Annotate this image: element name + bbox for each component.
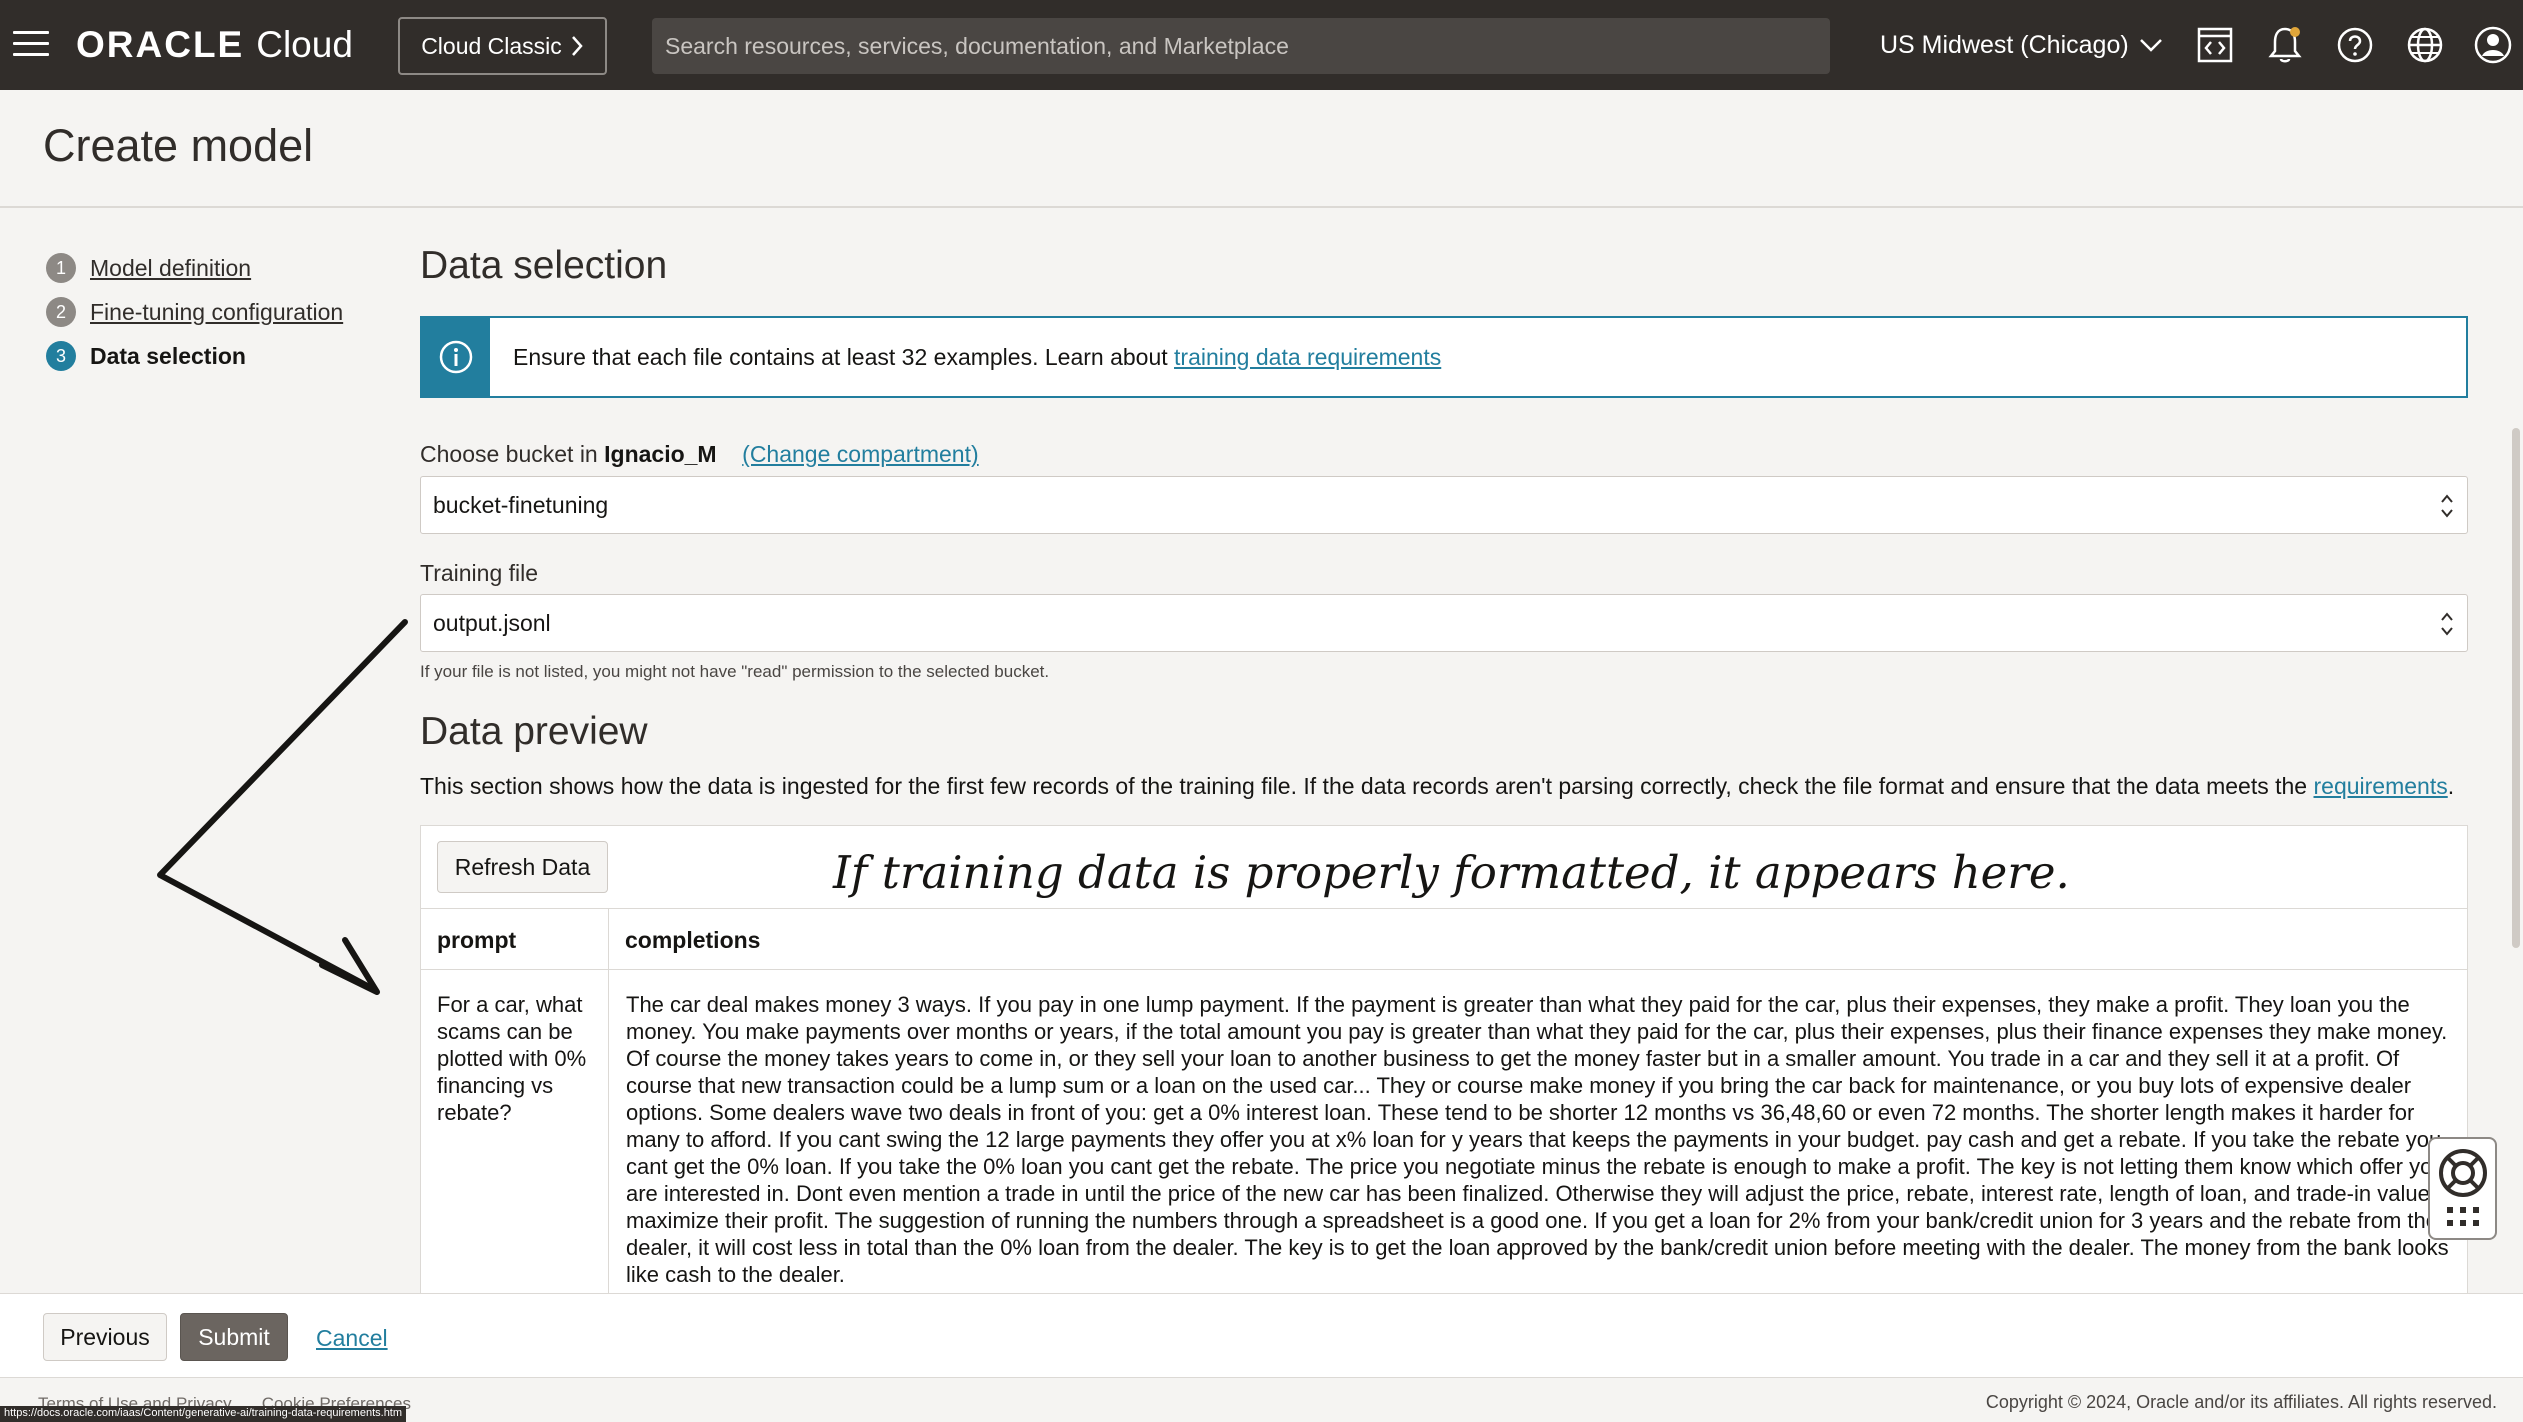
- bucket-select-value: bucket-finetuning: [433, 491, 609, 518]
- step-label[interactable]: Model definition: [90, 255, 251, 282]
- training-file-value: output.jsonl: [433, 609, 551, 636]
- column-header-prompt: prompt: [437, 926, 517, 953]
- step-model-definition[interactable]: 1 Model definition: [46, 246, 343, 290]
- info-banner: Ensure that each file contains at least …: [420, 316, 2468, 398]
- help-widget[interactable]: [2428, 1137, 2497, 1240]
- page-title: Create model: [43, 120, 314, 171]
- step-number: 1: [46, 253, 76, 283]
- search-input[interactable]: [652, 18, 1830, 74]
- previous-button[interactable]: Previous: [43, 1313, 167, 1361]
- section-title-data-selection: Data selection: [420, 244, 668, 287]
- data-preview-description: This section shows how the data is inges…: [420, 773, 2455, 799]
- copyright-text: Copyright © 2024, Oracle and/or its affi…: [1985, 1392, 2497, 1412]
- data-preview-table: Refresh Data If training data is properl…: [420, 825, 2468, 1293]
- table-cell-prompt: For a car, what scams can be plotted wit…: [437, 992, 587, 1125]
- refresh-data-button[interactable]: Refresh Data: [437, 841, 608, 893]
- select-arrows-icon: [2441, 612, 2453, 636]
- training-file-select[interactable]: output.jsonl: [420, 594, 2468, 652]
- step-label[interactable]: Fine-tuning configuration: [90, 299, 343, 326]
- region-selector[interactable]: US Midwest (Chicago): [1880, 22, 2163, 68]
- step-data-selection: 3 Data selection: [46, 334, 343, 378]
- info-text: Ensure that each file contains at least …: [513, 343, 1168, 370]
- step-label: Data selection: [90, 342, 246, 369]
- oracle-cloud-logo[interactable]: ORACLE Cloud: [76, 22, 353, 68]
- data-preview-text: This section shows how the data is inges…: [420, 773, 2308, 799]
- brand-cloud: Cloud: [256, 24, 353, 65]
- wizard-steps: 1 Model definition 2 Fine-tuning configu…: [46, 246, 343, 378]
- step-number: 2: [46, 297, 76, 327]
- region-label: US Midwest (Chicago): [1880, 30, 2129, 59]
- apps-grid-icon: [2446, 1206, 2479, 1226]
- cancel-link[interactable]: Cancel: [316, 1325, 388, 1352]
- top-navigation-bar: ORACLE Cloud Cloud Classic US Midwest (C…: [0, 0, 2523, 90]
- chevron-right-icon: [571, 36, 583, 56]
- info-icon: [422, 318, 490, 396]
- globe-icon[interactable]: [2402, 22, 2448, 68]
- submit-button[interactable]: Submit: [180, 1313, 288, 1361]
- menu-icon[interactable]: [10, 22, 52, 64]
- training-file-label: Training file: [420, 560, 539, 586]
- column-header-completions: completions: [625, 926, 761, 953]
- compartment-name: Ignacio_M: [604, 441, 717, 467]
- action-bar: Previous Submit Cancel: [0, 1293, 2523, 1377]
- step-number: 3: [46, 341, 76, 371]
- cloud-classic-button[interactable]: Cloud Classic: [398, 17, 607, 75]
- chevron-down-icon: [2139, 39, 2162, 52]
- page-header: Create model: [0, 90, 2523, 208]
- step-fine-tuning-configuration[interactable]: 2 Fine-tuning configuration: [46, 290, 343, 334]
- main-content: 1 Model definition 2 Fine-tuning configu…: [0, 208, 2523, 1293]
- table-cell-completion: The car deal makes money 3 ways. If you …: [626, 992, 2455, 1287]
- change-compartment-link[interactable]: (Change compartment): [742, 441, 979, 467]
- column-divider: [608, 908, 609, 1293]
- bucket-select[interactable]: bucket-finetuning: [420, 476, 2468, 534]
- info-message: Ensure that each file contains at least …: [513, 344, 1441, 371]
- requirements-link[interactable]: requirements: [2314, 773, 2448, 799]
- table-header-row: prompt completions: [421, 908, 2467, 970]
- scrollbar[interactable]: [2512, 428, 2520, 948]
- training-file-hint: If your file is not listed, you might no…: [420, 662, 1050, 681]
- training-data-requirements-link[interactable]: training data requirements: [1174, 344, 1441, 370]
- bucket-label-prefix: Choose bucket in: [420, 441, 598, 467]
- select-arrows-icon: [2441, 494, 2453, 518]
- handwritten-annotation: If training data is properly formatted, …: [833, 846, 2070, 899]
- lifebuoy-icon: [2438, 1149, 2487, 1198]
- help-icon[interactable]: [2332, 22, 2378, 68]
- brand-oracle: ORACLE: [76, 24, 245, 65]
- status-bar-url: https://docs.oracle.com/iaas/Content/gen…: [0, 1406, 407, 1422]
- profile-icon[interactable]: [2470, 22, 2516, 68]
- bell-icon[interactable]: [2262, 22, 2308, 68]
- section-title-data-preview: Data preview: [420, 710, 648, 753]
- code-editor-icon[interactable]: [2192, 22, 2238, 68]
- cloud-classic-label: Cloud Classic: [421, 32, 562, 59]
- bucket-label: Choose bucket in Ignacio_M (Change compa…: [420, 441, 979, 468]
